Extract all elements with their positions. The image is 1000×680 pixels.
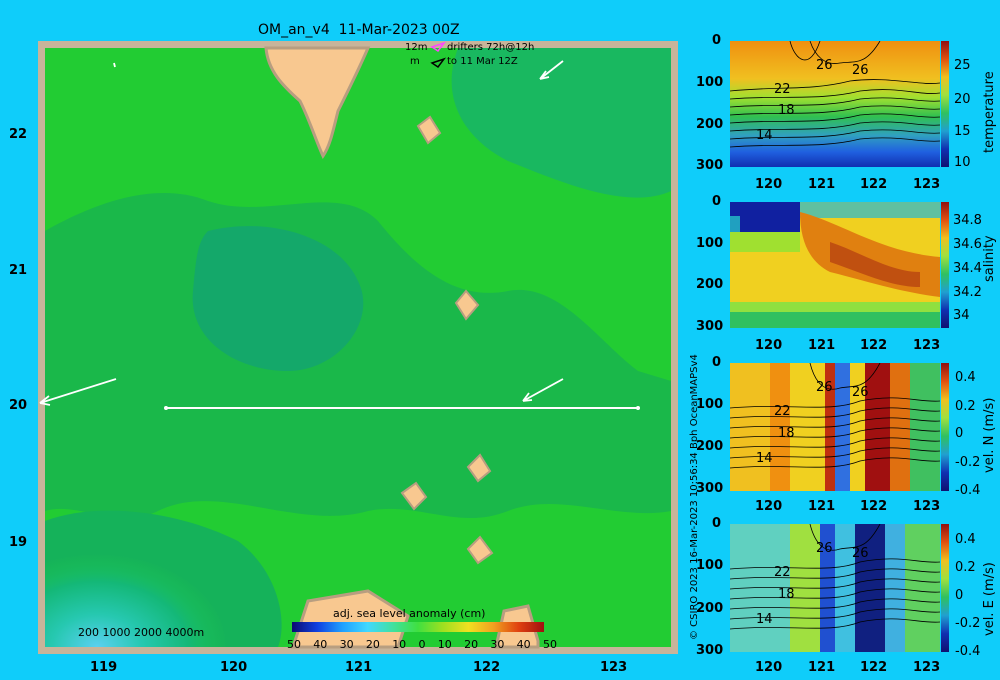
colorbar-title: adj. sea level anomaly (cm) [333, 607, 486, 620]
colorbar-ticks: 50 40 30 20 10 0 10 20 30 40 50 [287, 638, 557, 651]
lat-tick: 20 [9, 398, 28, 413]
panel-ylabel: vel. E (m/s) [982, 562, 997, 636]
svg-text:26: 26 [852, 546, 869, 561]
svg-text:14: 14 [756, 451, 773, 466]
vel-n-section: 26 26 22 18 14 [730, 363, 940, 491]
svg-text:22: 22 [774, 565, 791, 580]
lon-tick: 123 [600, 660, 628, 675]
sla-region-sw-low [45, 461, 305, 647]
svg-text:14: 14 [756, 612, 773, 627]
svg-text:18: 18 [778, 426, 795, 441]
lon-tick: 119 [90, 660, 118, 675]
drifter-legend-line2b: to 11 Mar 12Z [447, 56, 518, 67]
sla-colorbar [292, 622, 544, 632]
svg-text:26: 26 [816, 541, 833, 556]
svg-text:22: 22 [774, 82, 791, 97]
lon-tick: 121 [345, 660, 373, 675]
salinity-section [730, 202, 940, 328]
lon-tick: 122 [473, 660, 501, 675]
panel-ylabel: salinity [982, 235, 997, 282]
lon-tick: 120 [220, 660, 248, 675]
svg-text:14: 14 [756, 128, 773, 143]
vel-e-section: 26 26 22 18 14 [730, 524, 940, 652]
temperature-colorbar [941, 41, 949, 167]
vel-n-colorbar [941, 363, 949, 491]
svg-text:22: 22 [774, 404, 791, 419]
svg-text:26: 26 [816, 58, 833, 73]
svg-text:26: 26 [852, 385, 869, 400]
salinity-colorbar [941, 202, 949, 328]
svg-text:26: 26 [816, 380, 833, 395]
panel-ylabel: temperature [982, 71, 997, 153]
svg-text:18: 18 [778, 103, 795, 118]
sea-level-map [38, 41, 678, 654]
lat-tick: 21 [9, 263, 28, 278]
drifter-arrow [113, 62, 116, 68]
depth-legend: 200 1000 2000 4000m [78, 626, 205, 639]
drifter-legend-line1b: drifters 72h@12h [447, 42, 535, 53]
panel-ylabel: vel. N (m/s) [982, 397, 997, 473]
svg-text:18: 18 [778, 587, 795, 602]
temperature-section: 26 26 22 18 14 [730, 41, 940, 167]
vel-e-colorbar [941, 524, 949, 652]
svg-text:26: 26 [852, 63, 869, 78]
lat-tick: 19 [9, 535, 28, 550]
lat-tick: 22 [9, 127, 28, 142]
map-title: OM_an_v4 11-Mar-2023 00Z [258, 22, 460, 38]
drifter-legend-line2: m [410, 56, 420, 67]
drifter-legend-line1: 12m [405, 42, 428, 53]
